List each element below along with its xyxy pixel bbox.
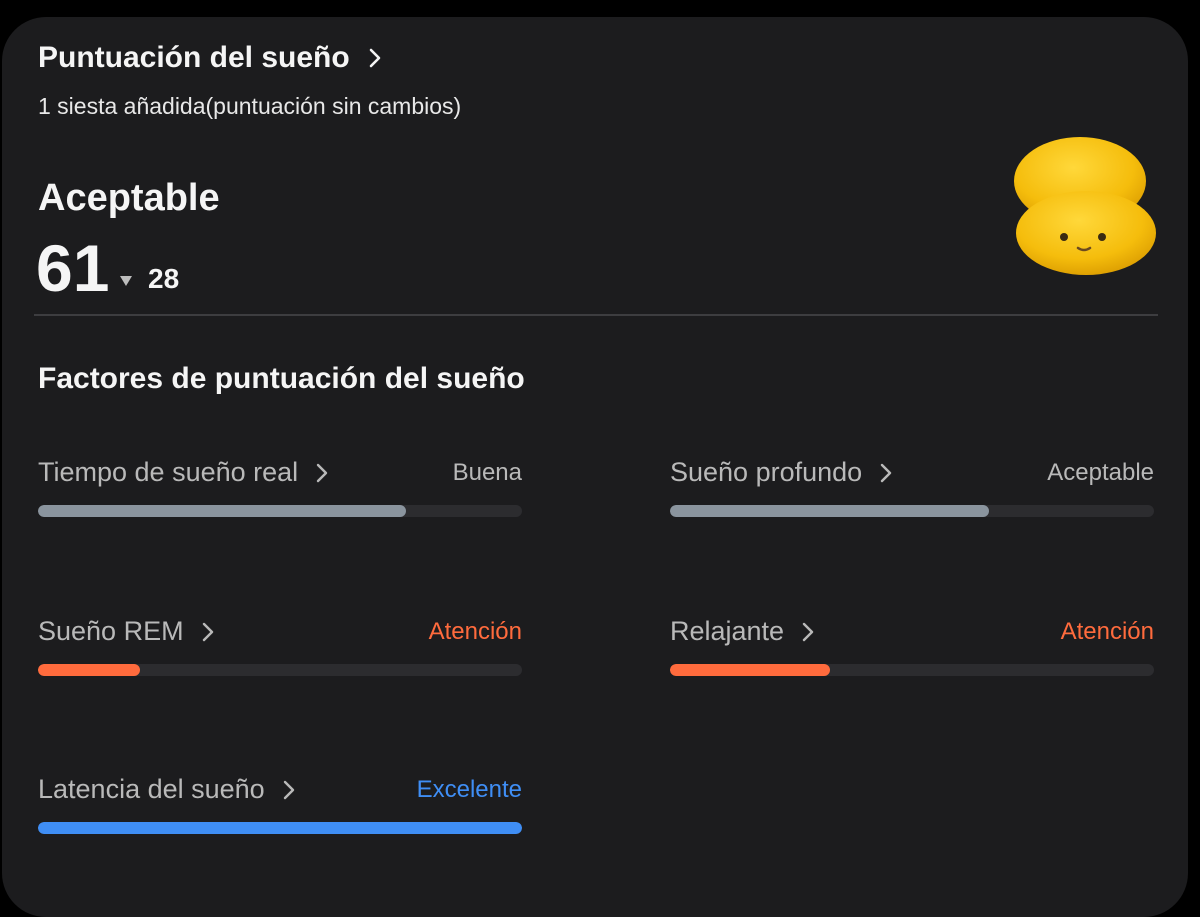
progress-track: [670, 505, 1154, 517]
factor-status: Atención: [428, 618, 522, 645]
progress-track: [38, 822, 522, 834]
progress-fill: [38, 664, 140, 676]
factor-label: Latencia del sueño: [38, 774, 265, 804]
sleep-score-card: Puntuación del sueño 1 siesta añadida(pu…: [2, 17, 1188, 917]
nap-added-note: 1 siesta añadida(puntuación sin cambios): [38, 93, 462, 119]
chevron-right-icon: [316, 463, 328, 483]
factor-status: Aceptable: [1047, 459, 1154, 486]
chevron-right-icon: [283, 780, 295, 800]
factor-restful[interactable]: Relajante Atención: [670, 616, 1154, 686]
down-arrow-icon: [120, 276, 132, 286]
progress-track: [38, 664, 522, 676]
divider: [34, 314, 1158, 316]
factor-label-row: Tiempo de sueño real: [38, 457, 328, 488]
factor-status: Excelente: [416, 776, 522, 803]
chevron-right-icon: [202, 622, 214, 642]
factor-label-row: Sueño profundo: [670, 457, 892, 488]
sleep-score-header-link[interactable]: Puntuación del sueño: [38, 41, 382, 75]
progress-fill: [38, 505, 406, 517]
factor-rem-sleep[interactable]: Sueño REM Atención: [38, 616, 522, 686]
factor-label-row: Sueño REM: [38, 616, 214, 647]
factor-label: Tiempo de sueño real: [38, 457, 299, 487]
sleep-rating-label: Aceptable: [38, 177, 220, 219]
chevron-right-icon: [368, 47, 382, 69]
factor-label: Sueño profundo: [670, 457, 863, 487]
progress-fill: [670, 664, 830, 676]
sleep-score-value: 61: [36, 231, 110, 305]
factor-status: Buena: [452, 459, 522, 486]
chevron-right-icon: [802, 622, 814, 642]
factor-sleep-latency[interactable]: Latencia del sueño Excelente: [38, 774, 522, 844]
progress-track: [38, 505, 522, 517]
factor-actual-sleep-time[interactable]: Tiempo de sueño real Buena: [38, 457, 522, 527]
section-title: Factores de puntuación del sueño: [38, 362, 525, 395]
factor-status: Atención: [1060, 618, 1154, 645]
page-title: Puntuación del sueño: [38, 41, 350, 74]
yellow-fluffy-mascot-icon: [1006, 131, 1166, 281]
factor-label-row: Latencia del sueño: [38, 774, 295, 805]
factor-label: Relajante: [670, 616, 785, 646]
score-change-value: 28: [148, 263, 180, 294]
factor-deep-sleep[interactable]: Sueño profundo Aceptable: [670, 457, 1154, 527]
factor-label-row: Relajante: [670, 616, 814, 647]
progress-track: [670, 664, 1154, 676]
progress-fill: [38, 822, 522, 834]
progress-fill: [670, 505, 990, 517]
factor-label: Sueño REM: [38, 616, 184, 646]
chevron-right-icon: [880, 463, 892, 483]
